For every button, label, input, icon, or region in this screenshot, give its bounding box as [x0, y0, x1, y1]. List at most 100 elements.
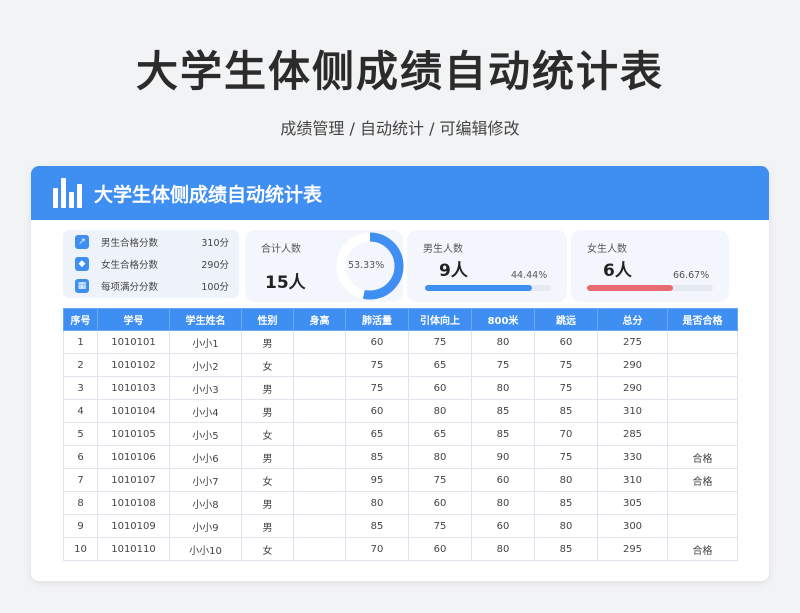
- table-cell[interactable]: [293, 376, 346, 400]
- table-cell[interactable]: 75: [345, 353, 409, 377]
- table-cell[interactable]: 65: [408, 353, 472, 377]
- table-cell[interactable]: [293, 445, 346, 469]
- table-cell[interactable]: 1010101: [97, 330, 170, 354]
- table-cell[interactable]: 3: [63, 376, 98, 400]
- table-cell[interactable]: 75: [408, 514, 472, 538]
- table-cell[interactable]: 80: [408, 399, 472, 423]
- table-cell[interactable]: 75: [534, 353, 598, 377]
- table-cell[interactable]: 80: [471, 330, 535, 354]
- table-cell[interactable]: 小小2: [169, 353, 242, 377]
- table-cell[interactable]: 5: [63, 422, 98, 446]
- table-cell[interactable]: 男: [241, 445, 294, 469]
- table-cell[interactable]: 男: [241, 514, 294, 538]
- table-cell[interactable]: 1010102: [97, 353, 170, 377]
- table-cell[interactable]: 85: [471, 422, 535, 446]
- table-cell[interactable]: 275: [597, 330, 668, 354]
- table-cell[interactable]: 60: [345, 330, 409, 354]
- table-cell[interactable]: 85: [471, 399, 535, 423]
- table-cell[interactable]: 60: [408, 491, 472, 515]
- table-cell[interactable]: 小小4: [169, 399, 242, 423]
- table-cell[interactable]: 80: [345, 491, 409, 515]
- table-cell[interactable]: 80: [471, 376, 535, 400]
- table-cell[interactable]: 65: [408, 422, 472, 446]
- table-cell[interactable]: 65: [345, 422, 409, 446]
- table-cell[interactable]: 1010105: [97, 422, 170, 446]
- table-cell[interactable]: [667, 422, 738, 446]
- table-cell[interactable]: 1010106: [97, 445, 170, 469]
- table-cell[interactable]: 70: [345, 537, 409, 561]
- table-cell[interactable]: 60: [534, 330, 598, 354]
- table-cell[interactable]: [667, 491, 738, 515]
- table-cell[interactable]: 1: [63, 330, 98, 354]
- table-cell[interactable]: 80: [471, 537, 535, 561]
- table-cell[interactable]: 合格: [667, 468, 738, 492]
- table-cell[interactable]: 1010108: [97, 491, 170, 515]
- table-cell[interactable]: 1010104: [97, 399, 170, 423]
- table-cell[interactable]: 小小8: [169, 491, 242, 515]
- table-cell[interactable]: 80: [534, 468, 598, 492]
- table-cell[interactable]: 1010107: [97, 468, 170, 492]
- table-cell[interactable]: 75: [534, 445, 598, 469]
- table-cell[interactable]: 1010109: [97, 514, 170, 538]
- table-cell[interactable]: 60: [345, 399, 409, 423]
- table-cell[interactable]: 8: [63, 491, 98, 515]
- table-cell[interactable]: 85: [534, 399, 598, 423]
- table-cell[interactable]: 310: [597, 468, 668, 492]
- table-cell[interactable]: 1010103: [97, 376, 170, 400]
- table-cell[interactable]: 男: [241, 330, 294, 354]
- table-cell[interactable]: 1010110: [97, 537, 170, 561]
- table-cell[interactable]: 300: [597, 514, 668, 538]
- table-cell[interactable]: 60: [408, 537, 472, 561]
- table-cell[interactable]: 男: [241, 376, 294, 400]
- table-cell[interactable]: 女: [241, 353, 294, 377]
- table-cell[interactable]: 60: [471, 468, 535, 492]
- table-cell[interactable]: 305: [597, 491, 668, 515]
- table-cell[interactable]: 小小1: [169, 330, 242, 354]
- table-cell[interactable]: 75: [408, 468, 472, 492]
- table-cell[interactable]: 10: [63, 537, 98, 561]
- table-cell[interactable]: 85: [534, 537, 598, 561]
- table-cell[interactable]: [667, 330, 738, 354]
- table-cell[interactable]: [293, 537, 346, 561]
- table-cell[interactable]: 合格: [667, 445, 738, 469]
- table-cell[interactable]: 小小7: [169, 468, 242, 492]
- table-cell[interactable]: 女: [241, 468, 294, 492]
- table-cell[interactable]: 75: [534, 376, 598, 400]
- table-cell[interactable]: 男: [241, 491, 294, 515]
- table-cell[interactable]: 310: [597, 399, 668, 423]
- table-cell[interactable]: [293, 491, 346, 515]
- table-cell[interactable]: [293, 330, 346, 354]
- table-cell[interactable]: 85: [534, 491, 598, 515]
- table-cell[interactable]: 75: [345, 376, 409, 400]
- table-cell[interactable]: 80: [408, 445, 472, 469]
- table-cell[interactable]: 小小9: [169, 514, 242, 538]
- table-cell[interactable]: 6: [63, 445, 98, 469]
- table-cell[interactable]: 70: [534, 422, 598, 446]
- table-cell[interactable]: [293, 399, 346, 423]
- table-cell[interactable]: 小小6: [169, 445, 242, 469]
- table-cell[interactable]: [667, 399, 738, 423]
- table-cell[interactable]: [667, 376, 738, 400]
- table-cell[interactable]: 330: [597, 445, 668, 469]
- table-cell[interactable]: [293, 422, 346, 446]
- table-cell[interactable]: 80: [471, 491, 535, 515]
- table-cell[interactable]: 85: [345, 514, 409, 538]
- table-cell[interactable]: 290: [597, 376, 668, 400]
- table-cell[interactable]: [667, 514, 738, 538]
- table-cell[interactable]: 295: [597, 537, 668, 561]
- table-cell[interactable]: 60: [408, 376, 472, 400]
- table-cell[interactable]: 小小10: [169, 537, 242, 561]
- table-cell[interactable]: 2: [63, 353, 98, 377]
- table-cell[interactable]: [293, 468, 346, 492]
- table-cell[interactable]: 4: [63, 399, 98, 423]
- table-cell[interactable]: 95: [345, 468, 409, 492]
- table-cell[interactable]: 80: [534, 514, 598, 538]
- table-cell[interactable]: 合格: [667, 537, 738, 561]
- table-cell[interactable]: 60: [471, 514, 535, 538]
- table-cell[interactable]: 小小3: [169, 376, 242, 400]
- table-cell[interactable]: [293, 353, 346, 377]
- table-cell[interactable]: 75: [471, 353, 535, 377]
- table-cell[interactable]: [293, 514, 346, 538]
- table-cell[interactable]: 小小5: [169, 422, 242, 446]
- table-cell[interactable]: [667, 353, 738, 377]
